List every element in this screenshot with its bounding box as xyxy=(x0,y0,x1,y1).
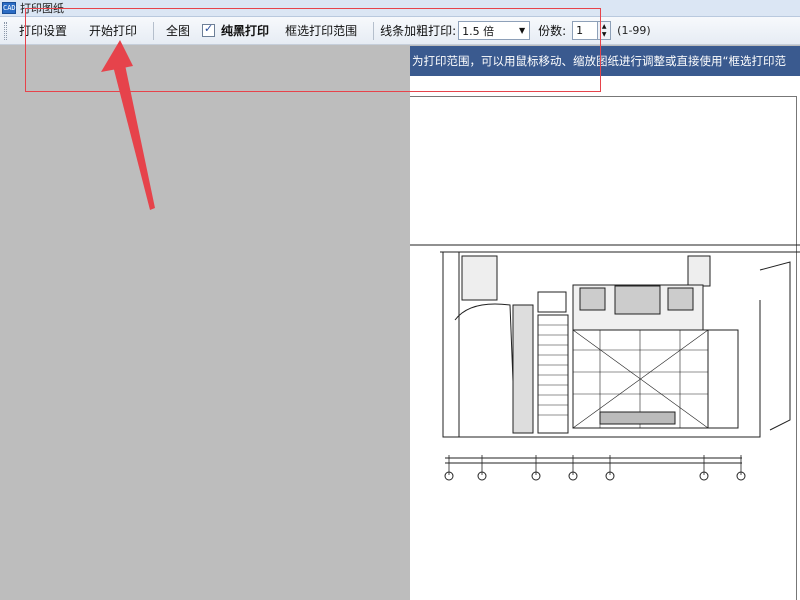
instruction-banner: 为打印范围，可以用鼠标移动、缩放图纸进行调整或直接使用“框选打印范 xyxy=(410,46,800,76)
line-thicken-value: 1.5 倍 xyxy=(462,24,495,38)
copies-range: (1-99) xyxy=(617,24,651,37)
copies-stepper[interactable]: 1 ▲ ▼ xyxy=(572,21,612,40)
stepper-up-icon[interactable]: ▲ xyxy=(598,22,610,31)
window-titlebar: CAD 打印图纸 xyxy=(0,0,800,17)
app-icon: CAD xyxy=(2,2,16,14)
instruction-text: 为打印范围，可以用鼠标移动、缩放图纸进行调整或直接使用“框选打印范 xyxy=(412,54,786,68)
stepper-buttons[interactable]: ▲ ▼ xyxy=(598,21,612,40)
chevron-down-icon[interactable]: ▼ xyxy=(515,22,529,39)
page-border xyxy=(410,96,796,97)
page-border xyxy=(796,96,797,600)
select-range-button[interactable]: 框选打印范围 xyxy=(279,20,363,41)
copies-label: 份数: xyxy=(538,24,567,38)
toolbar-separator xyxy=(373,21,375,40)
line-thicken-select[interactable]: 1.5 倍 ▼ xyxy=(458,21,531,40)
full-view-button[interactable]: 全图 xyxy=(160,20,196,41)
stepper-down-icon[interactable]: ▼ xyxy=(598,31,610,40)
window-title: 打印图纸 xyxy=(20,2,64,15)
copies-input[interactable]: 1 xyxy=(572,21,599,40)
black-print-checkbox[interactable] xyxy=(202,22,216,37)
print-preview-area[interactable] xyxy=(410,76,800,600)
print-settings-button[interactable]: 打印设置 xyxy=(13,20,73,41)
line-thicken-label: 线条加粗打印: xyxy=(380,24,457,38)
toolbar-grip-icon[interactable] xyxy=(4,21,7,40)
black-print-label[interactable]: 纯黑打印 xyxy=(219,20,275,41)
print-toolbar: 打印设置 开始打印 全图 纯黑打印 框选打印范围 线条加粗打印: 1.5 倍 ▼… xyxy=(0,17,800,45)
toolbar-separator xyxy=(153,21,155,40)
start-print-button[interactable]: 开始打印 xyxy=(83,20,143,41)
gray-workspace xyxy=(0,46,410,600)
